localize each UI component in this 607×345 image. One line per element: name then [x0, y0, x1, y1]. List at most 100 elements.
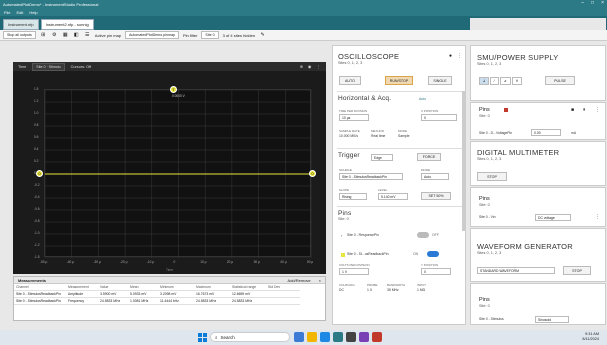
column-header[interactable]: Mean: [128, 284, 158, 291]
pin-response-toggle[interactable]: [417, 232, 429, 238]
split-icon[interactable]: ◧: [73, 32, 80, 39]
cursors-select[interactable]: Cursors: Off: [71, 65, 91, 69]
pin-icon[interactable]: ✎: [259, 32, 266, 39]
layout-icon[interactable]: ⊞: [40, 32, 47, 39]
settings-icon[interactable]: ⚙: [51, 32, 58, 39]
column-header[interactable]: Minimum: [158, 284, 194, 291]
pulse-button[interactable]: PULSE: [545, 76, 575, 85]
instrumentstudio-icon[interactable]: [333, 332, 343, 342]
y-position-label: Y POSITION: [421, 263, 439, 267]
expand-icon[interactable]: ›: [341, 233, 342, 238]
force-button[interactable]: FORCE: [417, 153, 441, 161]
smu-value-input[interactable]: 0.00: [531, 129, 561, 136]
column-header[interactable]: Std Dev: [266, 284, 300, 291]
dmm-stop-button[interactable]: STOP: [477, 172, 507, 181]
column-header[interactable]: Measurement: [66, 284, 98, 291]
edge-icon[interactable]: [320, 332, 330, 342]
scope-grid: [45, 90, 312, 258]
grid-icon[interactable]: ▦: [62, 32, 69, 39]
set-50-button[interactable]: SET 50%: [421, 192, 451, 200]
wfg-function-select[interactable]: Sinusoid: [535, 316, 569, 323]
menu-file[interactable]: File: [4, 10, 10, 15]
coupling-label: COUPLING: [339, 283, 355, 287]
zoom-icon[interactable]: ⊕: [300, 64, 303, 69]
measurements-table: Channel Measurement Value Mean Minimum Maximu…: [14, 284, 325, 305]
single-button[interactable]: SINGLE: [428, 76, 452, 85]
channel-0-marker[interactable]: 0: [36, 170, 43, 177]
mode-ramp-icon[interactable]: ∕: [490, 77, 499, 85]
pin-filter-label: Pin filter: [182, 32, 198, 38]
y-position-input[interactable]: 0: [421, 268, 451, 275]
run-stop-button[interactable]: RUN/STOP: [385, 76, 413, 85]
pin-stimulus-toggle[interactable]: [427, 251, 439, 257]
taskbar-search[interactable]: ⌕ Search: [210, 332, 290, 342]
more-icon[interactable]: ⋮: [457, 53, 462, 59]
minimize-button[interactable]: –: [581, 0, 584, 6]
info-icon[interactable]: ●: [449, 53, 452, 59]
save-icon[interactable]: ■: [571, 107, 574, 113]
bandwidth-value: 35 MHz: [387, 288, 399, 292]
column-header[interactable]: Channel: [14, 284, 66, 291]
more-icon[interactable]: ⋮: [316, 64, 320, 69]
site-channel-select[interactable]: Site 0 · Stimulu: [32, 62, 65, 71]
time-per-division-select[interactable]: 10 μs: [339, 114, 369, 121]
time-axis-label: Time: [13, 268, 326, 274]
start-icon[interactable]: [198, 333, 207, 342]
smu-mode-buttons: ⅃ ∕ ⊿ ⊓: [479, 77, 523, 85]
file-explorer-icon[interactable]: [307, 332, 317, 342]
terminal-icon[interactable]: [346, 332, 356, 342]
app-icon[interactable]: [359, 332, 369, 342]
clock[interactable]: 9:31 AM 8/11/2024: [582, 332, 599, 342]
tab-instrument2[interactable]: Instrument2.nfp - sonnig: [40, 19, 94, 30]
view-icon[interactable]: ◉: [308, 64, 311, 69]
column-header[interactable]: Maximum: [194, 284, 230, 291]
channel-0-marker-right[interactable]: 0: [309, 170, 316, 177]
stop-all-outputs-button[interactable]: Stop all outputs: [3, 31, 36, 39]
trigger-source-select[interactable]: Site 0 - StimulusReadbackPin: [339, 173, 403, 180]
smu-pins-card: Pins Site: 0 ■ ⏸ ⋮ Site 0 - D...VoltageP…: [470, 102, 606, 140]
scope-plot-area[interactable]: [44, 89, 312, 258]
site-filter-select[interactable]: Site 0: [201, 31, 219, 39]
task-view-icon[interactable]: [294, 332, 304, 342]
trigger-title: Trigger: [338, 152, 360, 159]
column-header[interactable]: Statistical range: [230, 284, 266, 291]
y-tick-label: 1.0: [34, 111, 39, 115]
maximize-button[interactable]: □: [591, 0, 594, 6]
horizontal-auto-toggle[interactable]: Auto: [419, 97, 426, 101]
x-tick-label: 0: [173, 260, 176, 264]
menu-help[interactable]: Help: [29, 10, 37, 15]
mode-step-icon[interactable]: ⊿: [499, 77, 511, 85]
dmm-title: DIGITAL MULTIMETER: [477, 148, 560, 157]
trigger-source-label: SOURCE: [339, 168, 352, 172]
trigger-mode-select[interactable]: Auto: [421, 173, 449, 180]
volts-per-div-select[interactable]: 1 V: [339, 268, 369, 275]
mode-dc-icon[interactable]: ⅃: [479, 77, 490, 85]
list-icon[interactable]: ☰: [84, 32, 91, 39]
pin-map-file-select[interactable]: AutomatedPlotDemo.pinmap: [125, 31, 179, 39]
x-position-input[interactable]: 0: [421, 114, 457, 121]
oscilloscope-scrollbar[interactable]: [462, 91, 465, 231]
dmm-mode-select[interactable]: DC voltage: [535, 214, 571, 221]
menu-edit[interactable]: Edit: [16, 10, 23, 15]
mode-pulse-icon[interactable]: ⊓: [511, 77, 523, 85]
auto-button[interactable]: AUTO: [339, 76, 361, 85]
app-icon[interactable]: [372, 332, 382, 342]
slope-select[interactable]: Rising: [339, 193, 367, 200]
waveform-select[interactable]: STANDARD WAVEFORM: [477, 267, 555, 274]
more-icon[interactable]: ⋮: [595, 107, 600, 113]
table-cell: 24.5833 MHz: [230, 298, 266, 305]
pause-icon[interactable]: ⏸: [583, 107, 586, 113]
sample-rate-label: SAMPLE RATE: [339, 129, 360, 133]
slope-label: SLOPE: [339, 188, 350, 192]
add-remove-button[interactable]: Add/Remove: [288, 278, 311, 283]
column-header[interactable]: Value: [98, 284, 128, 291]
level-input[interactable]: 5.140 mV: [378, 193, 408, 200]
tab-instrument[interactable]: Instrument.nfp: [3, 19, 39, 30]
close-button[interactable]: ×: [601, 0, 604, 6]
close-icon[interactable]: ×: [319, 278, 321, 283]
more-icon[interactable]: ⋮: [595, 214, 600, 220]
table-cell: 12.6659 mV: [230, 291, 266, 298]
trigger-marker[interactable]: T: [170, 86, 177, 93]
wfg-stop-button[interactable]: STOP: [563, 266, 591, 275]
trigger-type-select[interactable]: Edge: [371, 154, 393, 161]
